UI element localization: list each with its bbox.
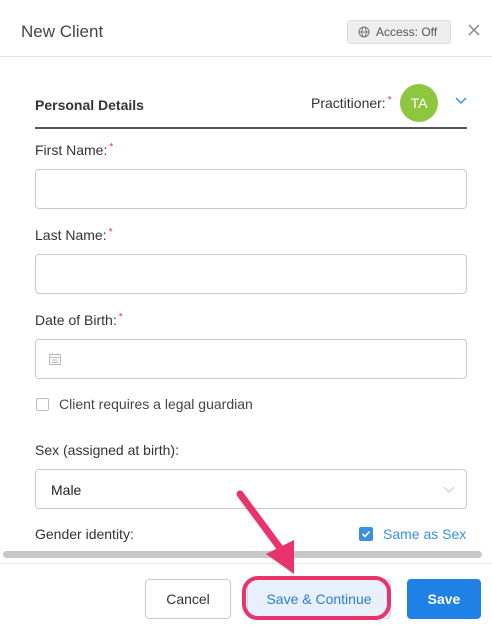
first-name-input[interactable] [35, 169, 467, 209]
dob-input[interactable] [35, 339, 467, 379]
required-marker: * [387, 95, 392, 106]
section-divider [35, 127, 467, 129]
save-button[interactable]: Save [407, 579, 481, 619]
avatar-initials: TA [410, 95, 428, 111]
save-continue-button[interactable]: Save & Continue [247, 579, 391, 619]
access-toggle-button[interactable]: Access: Off [347, 20, 451, 44]
same-as-sex-label[interactable]: Same as Sex [383, 526, 466, 542]
last-name-label: Last Name: * [35, 227, 113, 243]
access-label: Access: Off [376, 25, 438, 39]
gender-identity-label: Gender identity: [35, 526, 134, 542]
chevron-down-icon [443, 486, 455, 493]
dialog-title: New Client [21, 22, 104, 41]
practitioner-label: Practitioner: * [311, 95, 392, 111]
last-name-input[interactable] [35, 254, 467, 294]
section-title: Personal Details [35, 97, 144, 113]
sex-select-value: Male [51, 482, 82, 498]
chevron-down-icon[interactable] [454, 96, 468, 106]
sex-label: Sex (assigned at birth): [35, 442, 179, 458]
guardian-checkbox[interactable] [36, 398, 49, 411]
cancel-button[interactable]: Cancel [145, 579, 231, 619]
same-as-sex-checkbox[interactable] [359, 527, 373, 541]
close-icon[interactable] [466, 22, 482, 38]
guardian-label: Client requires a legal guardian [59, 396, 253, 412]
practitioner-avatar[interactable]: TA [400, 84, 438, 122]
checkmark-icon [361, 530, 371, 538]
calendar-icon [49, 353, 61, 365]
globe-icon [358, 26, 370, 38]
dob-label: Date of Birth: * [35, 312, 123, 328]
first-name-label: First Name: * [35, 142, 114, 158]
annotation-arrow-icon [236, 490, 294, 574]
